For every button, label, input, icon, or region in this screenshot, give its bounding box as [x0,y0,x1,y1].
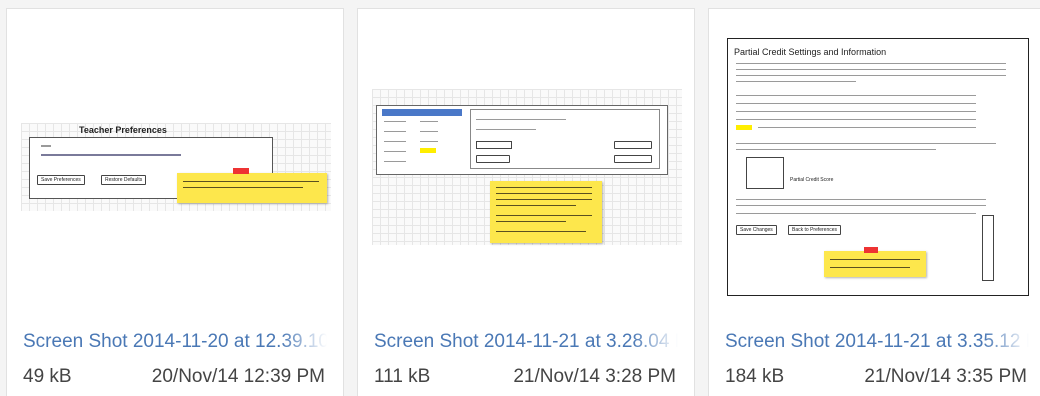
preview-button [614,141,652,149]
preview-line [41,145,51,147]
preview-text-line [736,75,1006,76]
preview-line [41,154,181,156]
preview-button [476,155,510,163]
preview-text-line [736,205,986,206]
preview-text-line [736,143,996,144]
note-line [830,259,920,260]
preview-scrollbox [982,215,994,281]
preview-text-line [758,127,976,128]
preview-line [384,131,406,132]
sticky-note [490,181,602,243]
preview-image [372,89,682,245]
preview-heading: Partial Credit Settings and Information [734,47,887,57]
note-line [183,187,303,188]
preview-heading: Teacher Preferences [79,125,167,135]
file-card[interactable]: Partial Credit Settings and Information … [708,8,1040,396]
sticky-note [177,173,327,203]
preview-line [384,141,406,142]
preview-line [420,141,438,142]
preview-text-line [736,81,856,82]
highlight [736,125,752,130]
preview-input [476,141,512,149]
file-thumbnail[interactable]: Partial Credit Settings and Information … [723,21,1033,313]
file-card[interactable]: Teacher Preferences Save Preferences Res… [6,8,344,396]
note-line [496,221,566,222]
file-date: 21/Nov/14 3:35 PM [864,366,1027,387]
file-thumbnail[interactable] [372,21,682,313]
note-line [496,231,586,232]
preview-line [476,119,566,120]
preview-text-line [736,63,1006,64]
preview-line [476,129,536,130]
preview-save-button: Save Preferences [37,175,85,185]
preview-text-line [736,95,976,96]
preview-box [746,157,784,189]
preview-back-button: Back to Preferences [788,225,842,235]
file-size: 49 kB [23,366,72,387]
highlight [420,148,436,153]
preview-image: Teacher Preferences Save Preferences Res… [21,123,331,211]
preview-text-line [736,69,1006,70]
preview-line [384,121,406,122]
preview-text-line [736,149,936,150]
preview-box-label: Partial Credit Score [790,177,834,183]
note-line [496,193,592,194]
note-line [183,181,319,182]
note-pin [864,247,878,253]
preview-line [384,151,406,152]
file-name-link[interactable]: Screen Shot 2014-11-21 at 3.35.12 PM [725,331,1029,353]
preview-selected-item [382,109,462,116]
note-line [830,267,910,268]
preview-text-line [736,199,986,200]
preview-text-line [736,213,976,214]
file-card[interactable]: Screen Shot 2014-11-21 at 3.28.04 PM 111… [357,8,695,396]
file-thumbnail[interactable]: Teacher Preferences Save Preferences Res… [21,21,331,313]
preview-text-line [736,119,976,120]
note-line [496,215,592,216]
file-size: 111 kB [374,366,431,387]
sticky-note [824,251,926,277]
preview-restore-button: Restore Defaults [101,175,147,185]
preview-save-button: Save Changes [736,225,777,235]
preview-image: Partial Credit Settings and Information … [727,38,1029,296]
file-date: 21/Nov/14 3:28 PM [513,366,676,387]
file-name-link[interactable]: Screen Shot 2014-11-20 at 12.39.10 PM [23,331,327,353]
preview-line [420,121,438,122]
preview-button [614,155,652,163]
file-date: 20/Nov/14 12:39 PM [151,366,325,387]
note-pin [233,168,249,174]
preview-line [420,131,438,132]
file-name-link[interactable]: Screen Shot 2014-11-21 at 3.28.04 PM [374,331,678,353]
preview-text-line [736,103,976,104]
file-size: 184 kB [725,366,785,387]
note-line [496,187,592,188]
note-line [496,199,592,200]
note-line [496,205,576,206]
preview-line [384,161,406,162]
preview-text-line [736,111,976,112]
